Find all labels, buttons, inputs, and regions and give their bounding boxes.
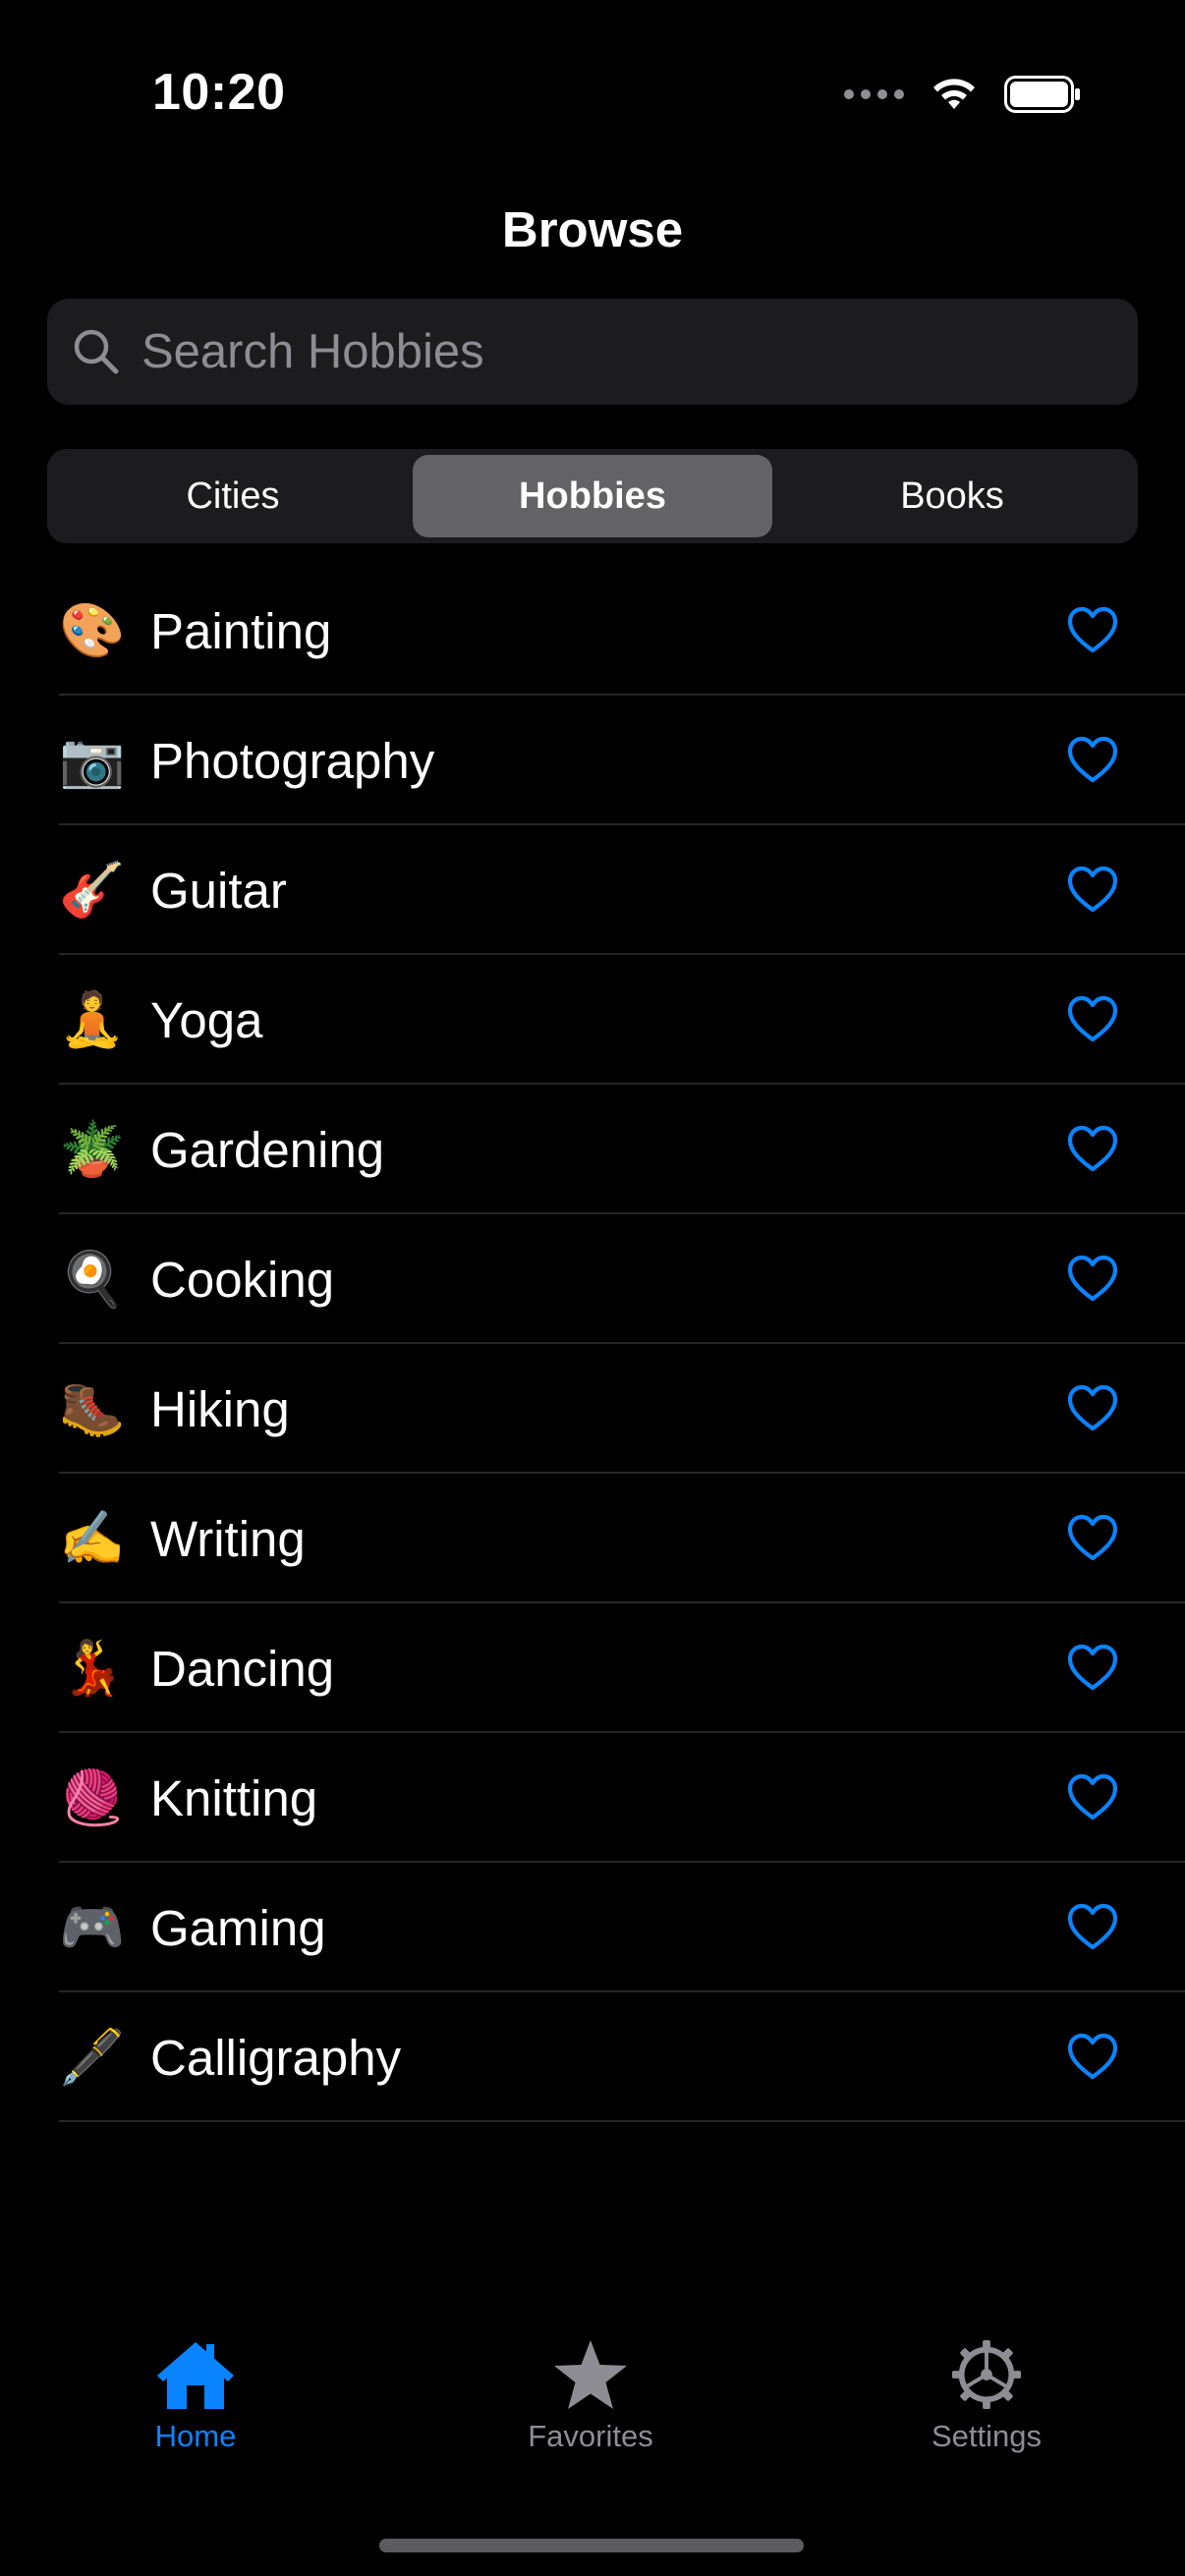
tab-home[interactable]: Home <box>48 2338 343 2454</box>
hobby-label: Gardening <box>150 1121 385 1178</box>
segment-hobbies[interactable]: Hobbies <box>413 455 772 537</box>
star-fill-icon <box>554 2340 627 2409</box>
list-item[interactable]: 🎸 Guitar <box>0 825 1185 955</box>
hobby-emoji-icon: 🥾 <box>59 1379 126 1438</box>
favorite-heart-icon[interactable] <box>1065 863 1120 918</box>
favorite-heart-icon[interactable] <box>1065 733 1120 788</box>
hobby-emoji-icon: 🖋️ <box>59 2028 126 2087</box>
hobby-emoji-icon: 🧘 <box>59 990 126 1049</box>
favorite-heart-icon[interactable] <box>1065 1252 1120 1307</box>
hobby-emoji-icon: 📷 <box>59 731 126 790</box>
list-item[interactable]: 🪴 Gardening <box>0 1085 1185 1214</box>
home-indicator <box>379 2539 804 2552</box>
tab-favorites-label: Favorites <box>528 2419 653 2453</box>
hobby-label: Calligraphy <box>150 2029 402 2086</box>
list-item[interactable]: 🧶 Knitting <box>0 1733 1185 1863</box>
hobby-label: Photography <box>150 732 435 789</box>
page-title: Browse <box>501 201 684 257</box>
hobby-emoji-icon: 💃 <box>59 1639 126 1698</box>
tab-bar: Home Favorites Settings <box>0 2338 1185 2486</box>
hobby-label: Cooking <box>150 1251 335 1308</box>
list-item[interactable]: 🥾 Hiking <box>0 1344 1185 1474</box>
favorite-heart-icon[interactable] <box>1065 2030 1120 2085</box>
hobby-label: Hiking <box>150 1380 290 1437</box>
hobby-label: Dancing <box>150 1640 335 1697</box>
list-item[interactable]: 💃 Dancing <box>0 1603 1185 1733</box>
list-item[interactable]: 🖋️ Calligraphy <box>0 1992 1185 2122</box>
search-field[interactable] <box>47 299 1138 405</box>
hobby-label: Yoga <box>150 991 263 1048</box>
gear-icon <box>951 2339 1022 2410</box>
favorite-heart-icon[interactable] <box>1065 603 1120 658</box>
screen: 10:20 Browse Cities Hobbies Books 🎨 Paint… <box>0 0 1185 2576</box>
hobby-emoji-icon: ✍️ <box>59 1509 126 1568</box>
hobby-label: Writing <box>150 1510 306 1567</box>
hobby-list: 🎨 Painting 📷 Photography 🎸 Guitar 🧘 Yoga 🪴 Garden… <box>0 566 1185 2122</box>
house-fill-icon <box>157 2342 234 2409</box>
category-segmented-control: Cities Hobbies Books <box>47 449 1138 543</box>
tab-favorites[interactable]: Favorites <box>443 2338 738 2454</box>
favorite-heart-icon[interactable] <box>1065 1900 1120 1955</box>
hobby-emoji-icon: 🎮 <box>59 1898 126 1957</box>
list-item[interactable]: 📷 Photography <box>0 696 1185 825</box>
search-input[interactable] <box>141 324 1138 379</box>
favorite-heart-icon[interactable] <box>1065 992 1120 1047</box>
hobby-emoji-icon: 🪴 <box>59 1120 126 1179</box>
list-item[interactable]: 🎮 Gaming <box>0 1863 1185 1992</box>
favorite-heart-icon[interactable] <box>1065 1770 1120 1825</box>
segment-books[interactable]: Books <box>772 455 1132 537</box>
hobby-emoji-icon: 🧶 <box>59 1768 126 1827</box>
hobby-label: Guitar <box>150 862 287 919</box>
favorite-heart-icon[interactable] <box>1065 1511 1120 1566</box>
segment-cities[interactable]: Cities <box>53 455 413 537</box>
list-item[interactable]: ✍️ Writing <box>0 1474 1185 1603</box>
status-icons <box>844 73 1083 116</box>
list-item[interactable]: 🍳 Cooking <box>0 1214 1185 1344</box>
hobby-emoji-icon: 🎸 <box>59 861 126 920</box>
favorite-heart-icon[interactable] <box>1065 1641 1120 1696</box>
hobby-label: Gaming <box>150 1899 326 1956</box>
favorite-heart-icon[interactable] <box>1065 1122 1120 1177</box>
tab-home-label: Home <box>154 2419 237 2453</box>
battery-icon <box>1004 76 1080 113</box>
cellular-signal-icon <box>844 89 904 99</box>
status-time: 10:20 <box>152 64 286 121</box>
list-item[interactable]: 🧘 Yoga <box>0 955 1185 1085</box>
hobby-emoji-icon: 🎨 <box>59 601 126 660</box>
search-icon <box>74 329 119 374</box>
tab-settings-label: Settings <box>931 2419 1042 2453</box>
tab-settings[interactable]: Settings <box>839 2338 1134 2454</box>
hobby-label: Painting <box>150 602 332 659</box>
wifi-icon <box>933 79 975 109</box>
list-item[interactable]: 🎨 Painting <box>0 566 1185 696</box>
favorite-heart-icon[interactable] <box>1065 1381 1120 1436</box>
hobby-emoji-icon: 🍳 <box>59 1250 126 1309</box>
hobby-label: Knitting <box>150 1769 318 1826</box>
